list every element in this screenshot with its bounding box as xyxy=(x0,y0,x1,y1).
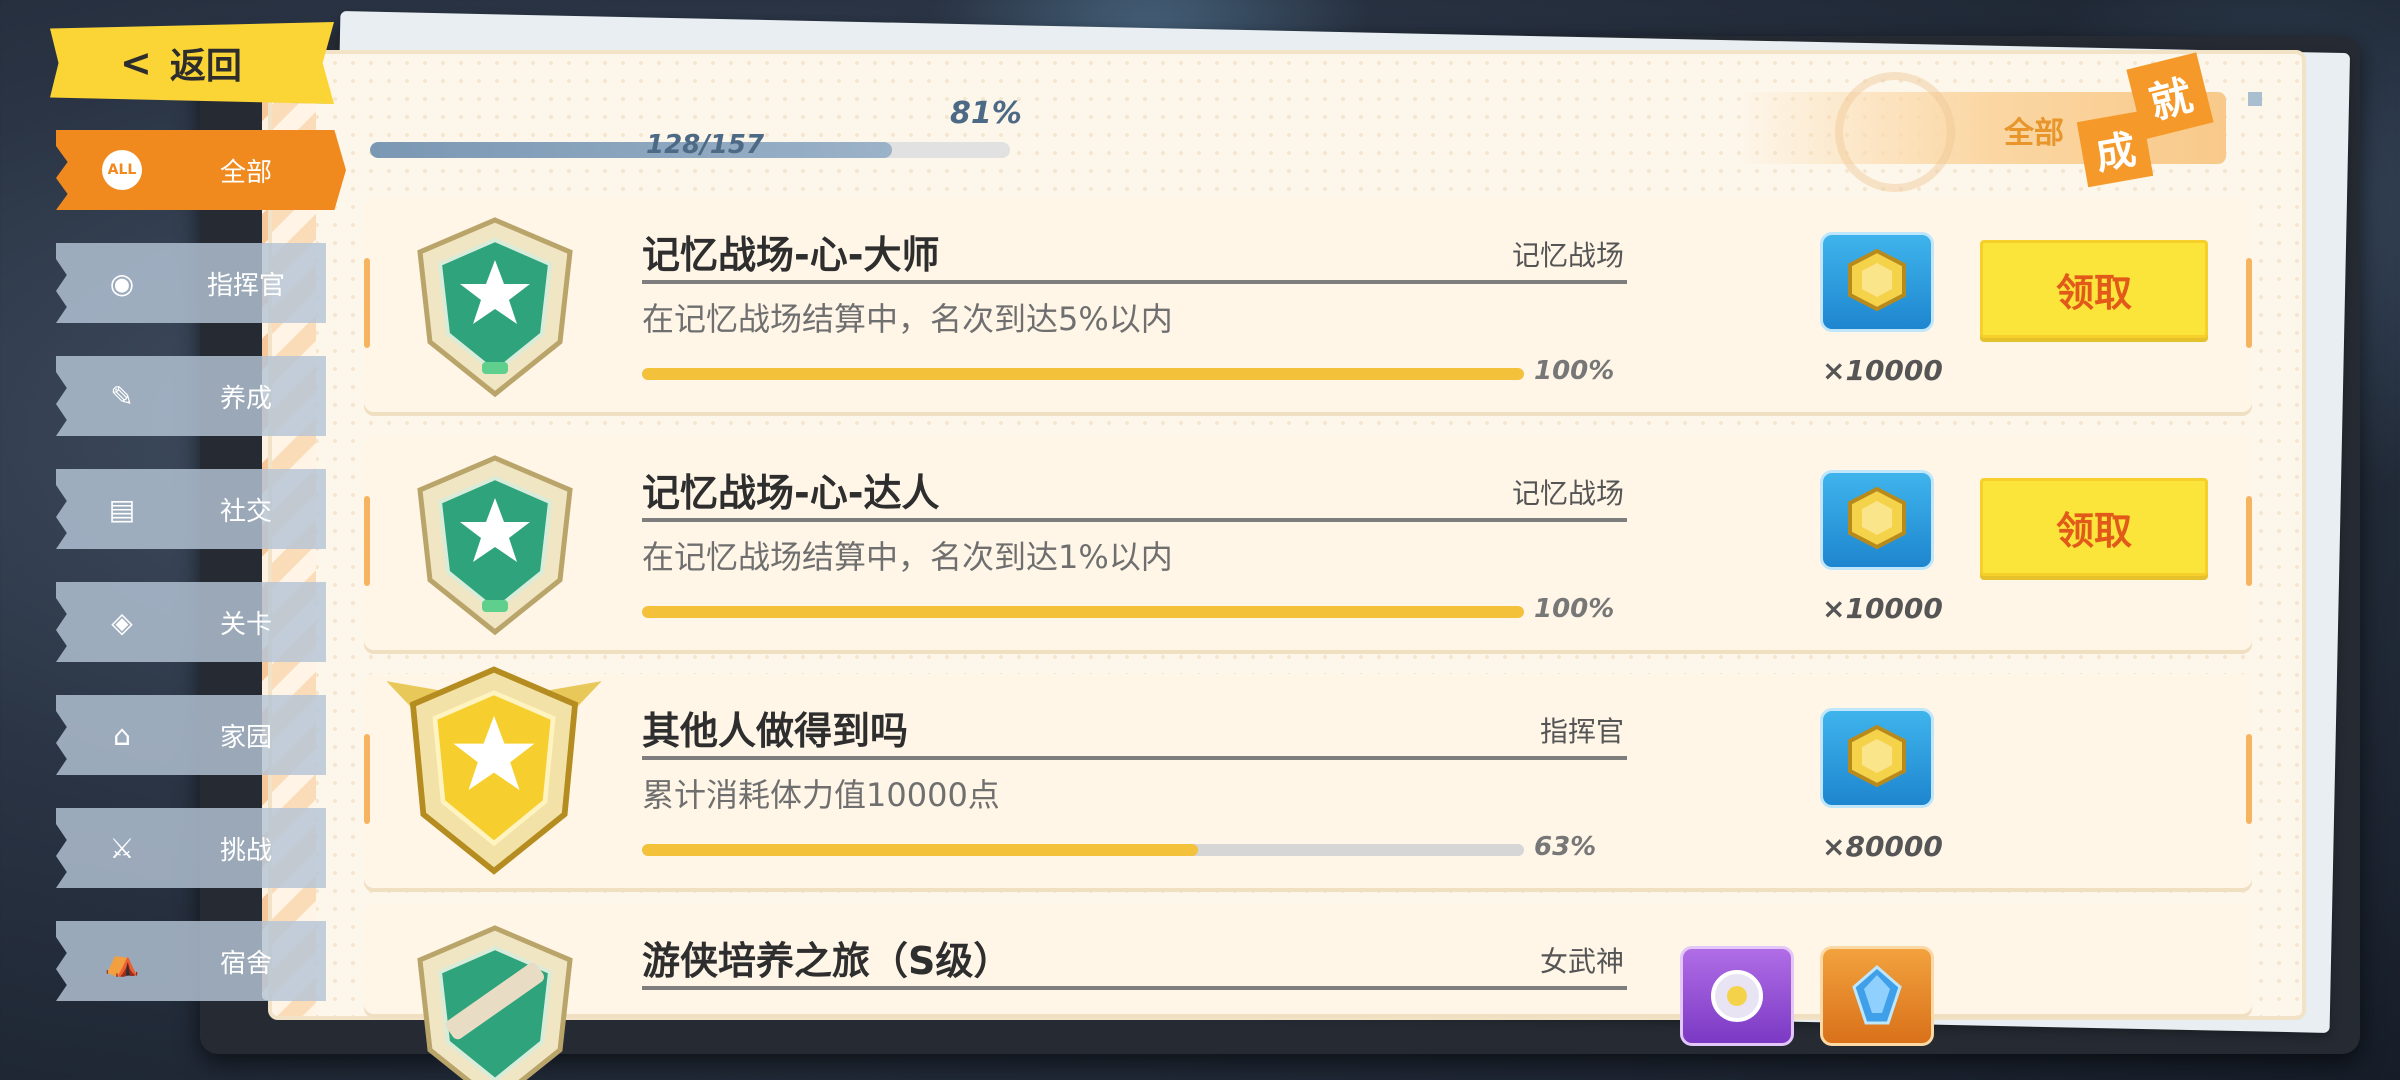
reward-quantity: ×80000 xyxy=(1822,830,1943,863)
achievement-progress-bar xyxy=(642,368,1524,380)
gold-coin-icon xyxy=(1848,486,1906,550)
blue-crystal-icon xyxy=(1852,965,1902,1025)
achievement-card: 游侠培养之旅（S级） 女武神 xyxy=(364,904,2252,1080)
back-label: 返回 xyxy=(169,46,242,87)
achievement-progress-bar xyxy=(642,606,1524,618)
reward-item[interactable] xyxy=(1820,470,1934,570)
sidebar-item-stage[interactable]: ◈ 关卡 xyxy=(56,582,326,662)
sidebar-item-challenge[interactable]: ⚔ 挑战 xyxy=(56,808,326,888)
reward-item[interactable] xyxy=(1680,946,1794,1046)
title-divider xyxy=(642,756,1627,760)
silver-green-medal-icon xyxy=(417,217,573,398)
reward-item[interactable] xyxy=(1820,232,1934,332)
pin-icon xyxy=(2248,92,2262,106)
reward-quantity: ×10000 xyxy=(1822,354,1943,387)
gear-crystal-icon xyxy=(1711,970,1763,1022)
achievement-card: 其他人做得到吗 指挥官 累计消耗体力值10000点 63% ×80000 xyxy=(364,666,2252,888)
current-filter-label: 全部 xyxy=(2004,116,2064,151)
achievement-progress-fill xyxy=(642,606,1524,618)
achievement-title: 记忆战场-心-达人 xyxy=(642,471,940,515)
sidebar-item-commander[interactable]: ◉ 指挥官 xyxy=(56,243,326,323)
overall-progress-fill xyxy=(370,142,892,158)
sidebar-item-training[interactable]: ✎ 养成 xyxy=(56,356,326,436)
header-emblem-icon xyxy=(1835,72,1955,192)
swords-icon: ⚔ xyxy=(109,831,135,865)
card-accent xyxy=(2246,496,2252,586)
card-accent xyxy=(364,734,370,824)
card-accent xyxy=(364,258,370,348)
achievement-category: 记忆战场 xyxy=(1511,477,1624,510)
title-divider xyxy=(642,518,1627,522)
sidebar-item-label: 指挥官 xyxy=(206,270,285,301)
gold-winged-medal-icon xyxy=(386,666,602,875)
achievement-category: 指挥官 xyxy=(1539,715,1624,748)
sidebar-item-label: 社交 xyxy=(219,496,272,527)
sword-medal-icon xyxy=(417,925,573,1080)
title-divider xyxy=(642,280,1627,284)
silver-green-medal-icon xyxy=(417,455,573,636)
achievement-title: 记忆战场-心-大师 xyxy=(642,233,940,277)
claim-button[interactable]: 领取 xyxy=(1980,240,2208,338)
id-card-icon: ▤ xyxy=(108,492,136,526)
sidebar-item-label: 挑战 xyxy=(219,835,272,866)
gold-coin-icon xyxy=(1848,724,1906,788)
achievement-category: 记忆战场 xyxy=(1511,239,1624,272)
sidebar-item-label: 关卡 xyxy=(219,609,272,640)
achievement-title: 游侠培养之旅（S级） xyxy=(642,939,1012,983)
sidebar-item-home[interactable]: ⌂ 家园 xyxy=(56,695,326,775)
achievement-progress-text: 63% xyxy=(1534,832,1597,862)
reward-quantity: ×10000 xyxy=(1822,592,1943,625)
reward-item[interactable] xyxy=(1820,946,1934,1046)
claim-button[interactable]: 领取 xyxy=(1980,478,2208,576)
achievement-card: 记忆战场-心-达人 记忆战场 在记忆战场结算中，名次到达1%以内 100% ×1… xyxy=(364,436,2252,650)
overall-percent: 81% xyxy=(950,96,1022,131)
gold-coin-icon xyxy=(1848,248,1906,312)
dorm-icon: ⛺ xyxy=(104,944,140,978)
achievement-progress-fill xyxy=(642,368,1524,380)
card-accent xyxy=(364,496,370,586)
title-divider xyxy=(642,986,1627,990)
sidebar-item-label: 养成 xyxy=(219,383,272,414)
achievement-category: 女武神 xyxy=(1539,945,1624,978)
overall-count: 128/157 xyxy=(646,130,765,160)
card-accent xyxy=(2246,734,2252,824)
chevron-left-icon: < xyxy=(120,41,152,85)
sidebar-item-dorm[interactable]: ⛺ 宿舍 xyxy=(56,921,326,1001)
back-button[interactable]: < 返回 xyxy=(50,22,334,104)
achievement-card: 记忆战场-心-大师 记忆战场 在记忆战场结算中，名次到达5%以内 100% ×1… xyxy=(364,198,2252,412)
achievement-progress-fill xyxy=(642,844,1198,856)
achievement-progress-bar xyxy=(642,844,1524,856)
sidebar-item-label: 家园 xyxy=(219,722,272,753)
home-icon: ⌂ xyxy=(113,718,131,752)
reward-item[interactable] xyxy=(1820,708,1934,808)
achievement-description: 累计消耗体力值10000点 xyxy=(642,776,1000,814)
sidebar-item-label: 宿舍 xyxy=(219,948,272,979)
sidebar-item-label: 全部 xyxy=(219,157,272,188)
sidebar-item-all[interactable]: ALL 全部 xyxy=(56,130,346,210)
achievement-description: 在记忆战场结算中，名次到达5%以内 xyxy=(642,300,1173,338)
user-circle-icon: ◉ xyxy=(109,266,135,300)
sidebar-item-social[interactable]: ▤ 社交 xyxy=(56,469,326,549)
achievement-title: 其他人做得到吗 xyxy=(642,709,909,753)
achievement-progress-text: 100% xyxy=(1534,356,1615,386)
achievement-description: 在记忆战场结算中，名次到达1%以内 xyxy=(642,538,1173,576)
note-icon: ✎ xyxy=(110,379,134,413)
map-pin-icon: ◈ xyxy=(111,605,133,639)
achievement-progress-text: 100% xyxy=(1534,594,1615,624)
all-badge-icon: ALL xyxy=(102,150,142,190)
card-accent xyxy=(2246,258,2252,348)
